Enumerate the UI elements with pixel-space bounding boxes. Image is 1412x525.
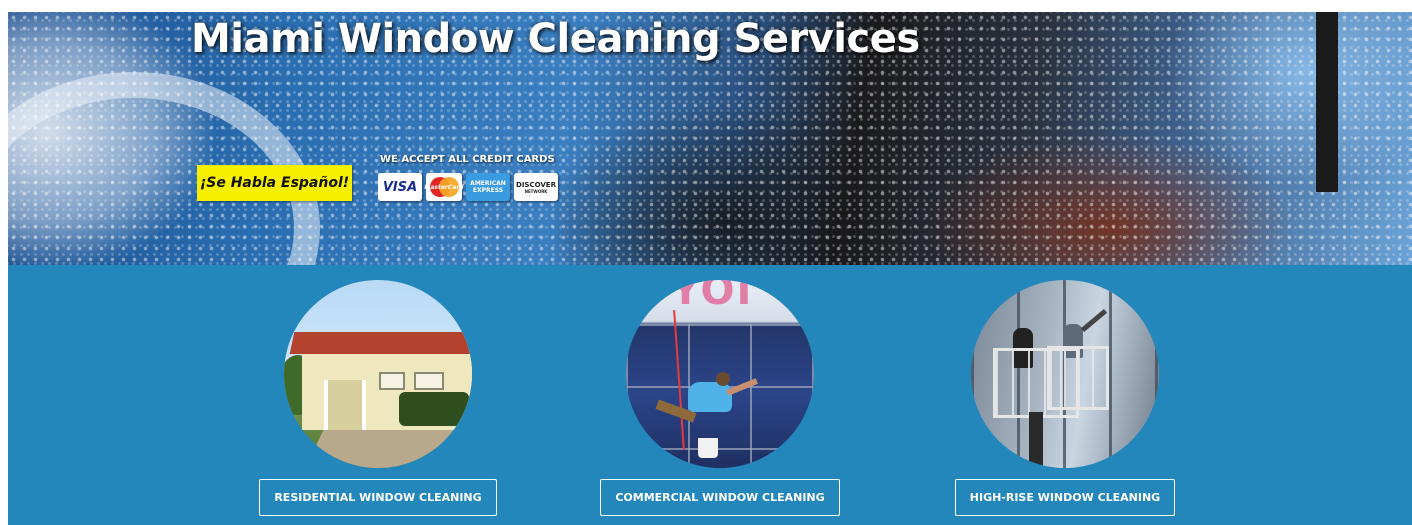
residential-window	[379, 372, 405, 390]
residential-driveway	[304, 430, 454, 468]
commercial-window-cleaning-button[interactable]: COMMERCIAL WINDOW CLEANING	[600, 479, 840, 516]
mastercard-logo-text: MasterCard	[424, 183, 464, 191]
service-residential: RESIDENTIAL WINDOW CLEANING	[258, 280, 498, 516]
amex-logo-line2: EXPRESS	[472, 187, 504, 194]
residential-entrance	[324, 380, 366, 430]
credit-card-logos: VISA MasterCard AMERICAN EXPRESS DISCOVE…	[378, 173, 558, 201]
commercial-building-photo[interactable]: YOI	[626, 280, 814, 468]
mastercard-logo-icon: MasterCard	[424, 173, 464, 201]
amex-logo-line1: AMERICAN	[470, 180, 506, 187]
discover-logo-text: DISCOVER	[516, 180, 556, 189]
high-rise-photo[interactable]	[971, 280, 1159, 468]
service-high-rise: HIGH-RISE WINDOW CLEANING	[945, 280, 1185, 516]
amex-logo-icon: AMERICAN EXPRESS	[466, 173, 510, 201]
se-habla-espanol-badge: ¡Se Habla Español!	[197, 165, 352, 201]
residential-hedge	[399, 392, 469, 426]
visa-logo-icon: VISA	[378, 173, 422, 201]
residential-roof	[289, 332, 472, 354]
discover-logo-icon: DISCOVER NETWORK	[514, 173, 558, 201]
service-commercial: YOI COMMERCIAL WINDOW CLEANING	[600, 280, 840, 516]
high-rise-lift-boom	[1029, 412, 1043, 468]
discover-logo-sub: NETWORK	[524, 188, 548, 194]
squeegee-handle	[1316, 12, 1338, 192]
high-rise-lift-basket	[1047, 346, 1109, 410]
residential-window	[414, 372, 444, 390]
credit-cards-label: WE ACCEPT ALL CREDIT CARDS	[380, 154, 555, 165]
residential-house-photo[interactable]	[284, 280, 472, 468]
commercial-sign: YOI	[671, 280, 754, 314]
commercial-bucket	[698, 438, 718, 458]
high-rise-window-cleaning-button[interactable]: HIGH-RISE WINDOW CLEANING	[954, 479, 1176, 516]
residential-window-cleaning-button[interactable]: RESIDENTIAL WINDOW CLEANING	[259, 479, 497, 516]
commercial-worker-head	[716, 372, 730, 386]
visa-logo-text: VISA	[382, 179, 418, 195]
page-title: Miami Window Cleaning Services	[191, 16, 920, 62]
hero-banner: Miami Window Cleaning Services ¡Se Habla…	[8, 12, 1412, 265]
services-section: RESIDENTIAL WINDOW CLEANING YOI COMMERCI…	[8, 265, 1412, 525]
commercial-worker	[688, 382, 732, 412]
